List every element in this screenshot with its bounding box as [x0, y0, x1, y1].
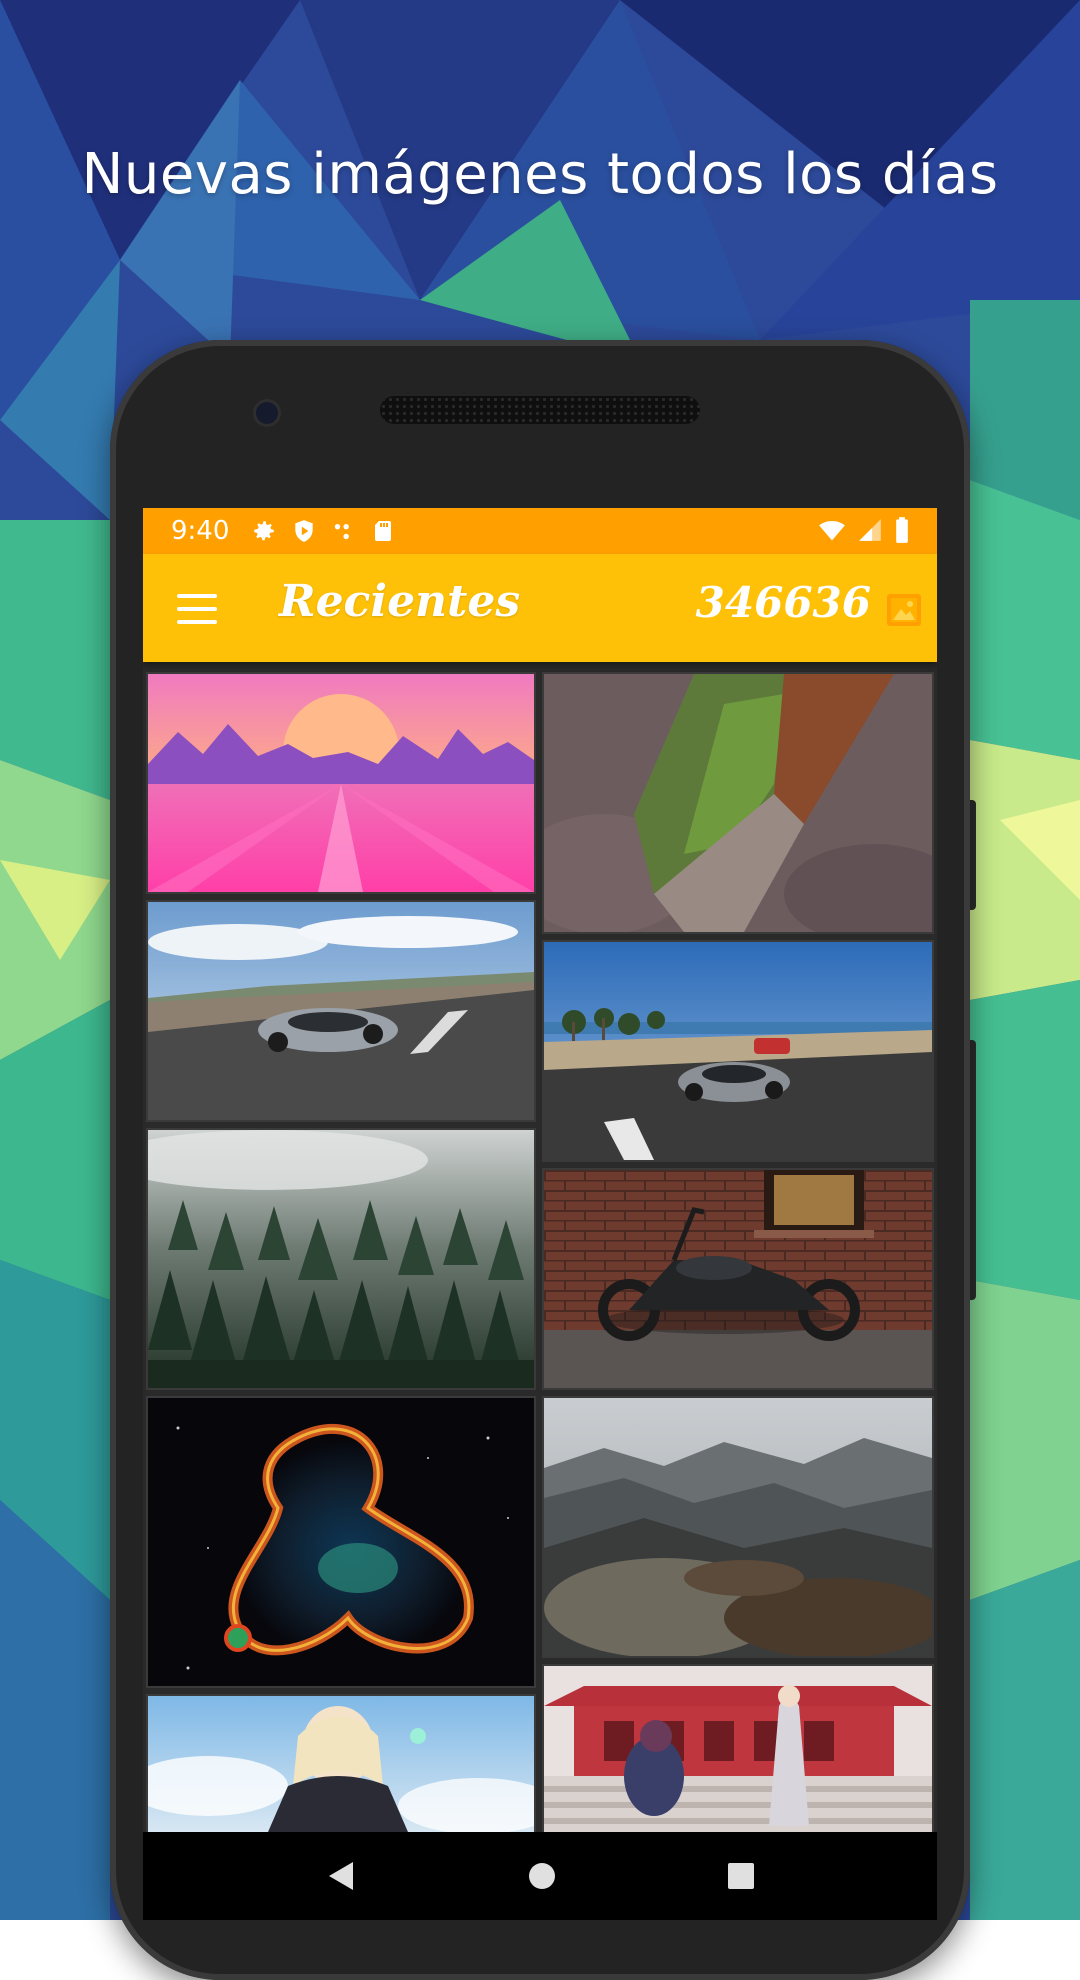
wifi-icon: [819, 520, 845, 541]
recents-icon[interactable]: [727, 1862, 755, 1890]
shield-play-icon: [295, 520, 314, 542]
front-camera: [256, 402, 278, 424]
page-title: Recientes: [279, 576, 521, 627]
tile-misty-pine-forest[interactable]: [148, 1130, 534, 1388]
image-icon[interactable]: [887, 594, 921, 626]
status-icons-right: [817, 516, 911, 544]
home-icon[interactable]: [527, 1861, 557, 1891]
hamburger-menu-icon[interactable]: [177, 594, 217, 624]
tile-anime-temple[interactable]: [544, 1666, 932, 1832]
settings-icon: [254, 521, 275, 541]
dots-icon: [335, 523, 350, 540]
signal-icon: [859, 519, 881, 541]
tile-silver-supercar-road[interactable]: [148, 902, 534, 1120]
tile-supercar-coastal-road[interactable]: [544, 942, 932, 1160]
image-count: 346636: [695, 578, 871, 627]
status-icons-left: [251, 518, 395, 544]
tile-moss-tree-trunk[interactable]: [544, 674, 932, 932]
tile-anime-girl-sky[interactable]: [148, 1696, 534, 1832]
wallpaper-grid: [143, 664, 937, 1832]
navigation-bar: [143, 1832, 937, 1920]
status-time: 9:40: [171, 516, 230, 546]
tile-nebula-space[interactable]: [148, 1398, 534, 1686]
phone-screen: 9:40 Recientes 346636: [143, 508, 937, 1920]
sd-card-icon: [375, 521, 392, 541]
promo-headline: Nuevas imágenes todos los días: [81, 142, 999, 207]
tile-motorcycle-brick-wall[interactable]: [544, 1170, 932, 1388]
tile-rocky-mountains[interactable]: [544, 1398, 932, 1656]
status-bar: 9:40: [143, 508, 937, 554]
back-icon[interactable]: [325, 1860, 357, 1892]
app-bar: Recientes 346636: [143, 554, 937, 662]
battery-icon: [896, 517, 908, 543]
earpiece-speaker: [380, 396, 700, 424]
tile-synthwave-sunset[interactable]: [148, 674, 534, 892]
